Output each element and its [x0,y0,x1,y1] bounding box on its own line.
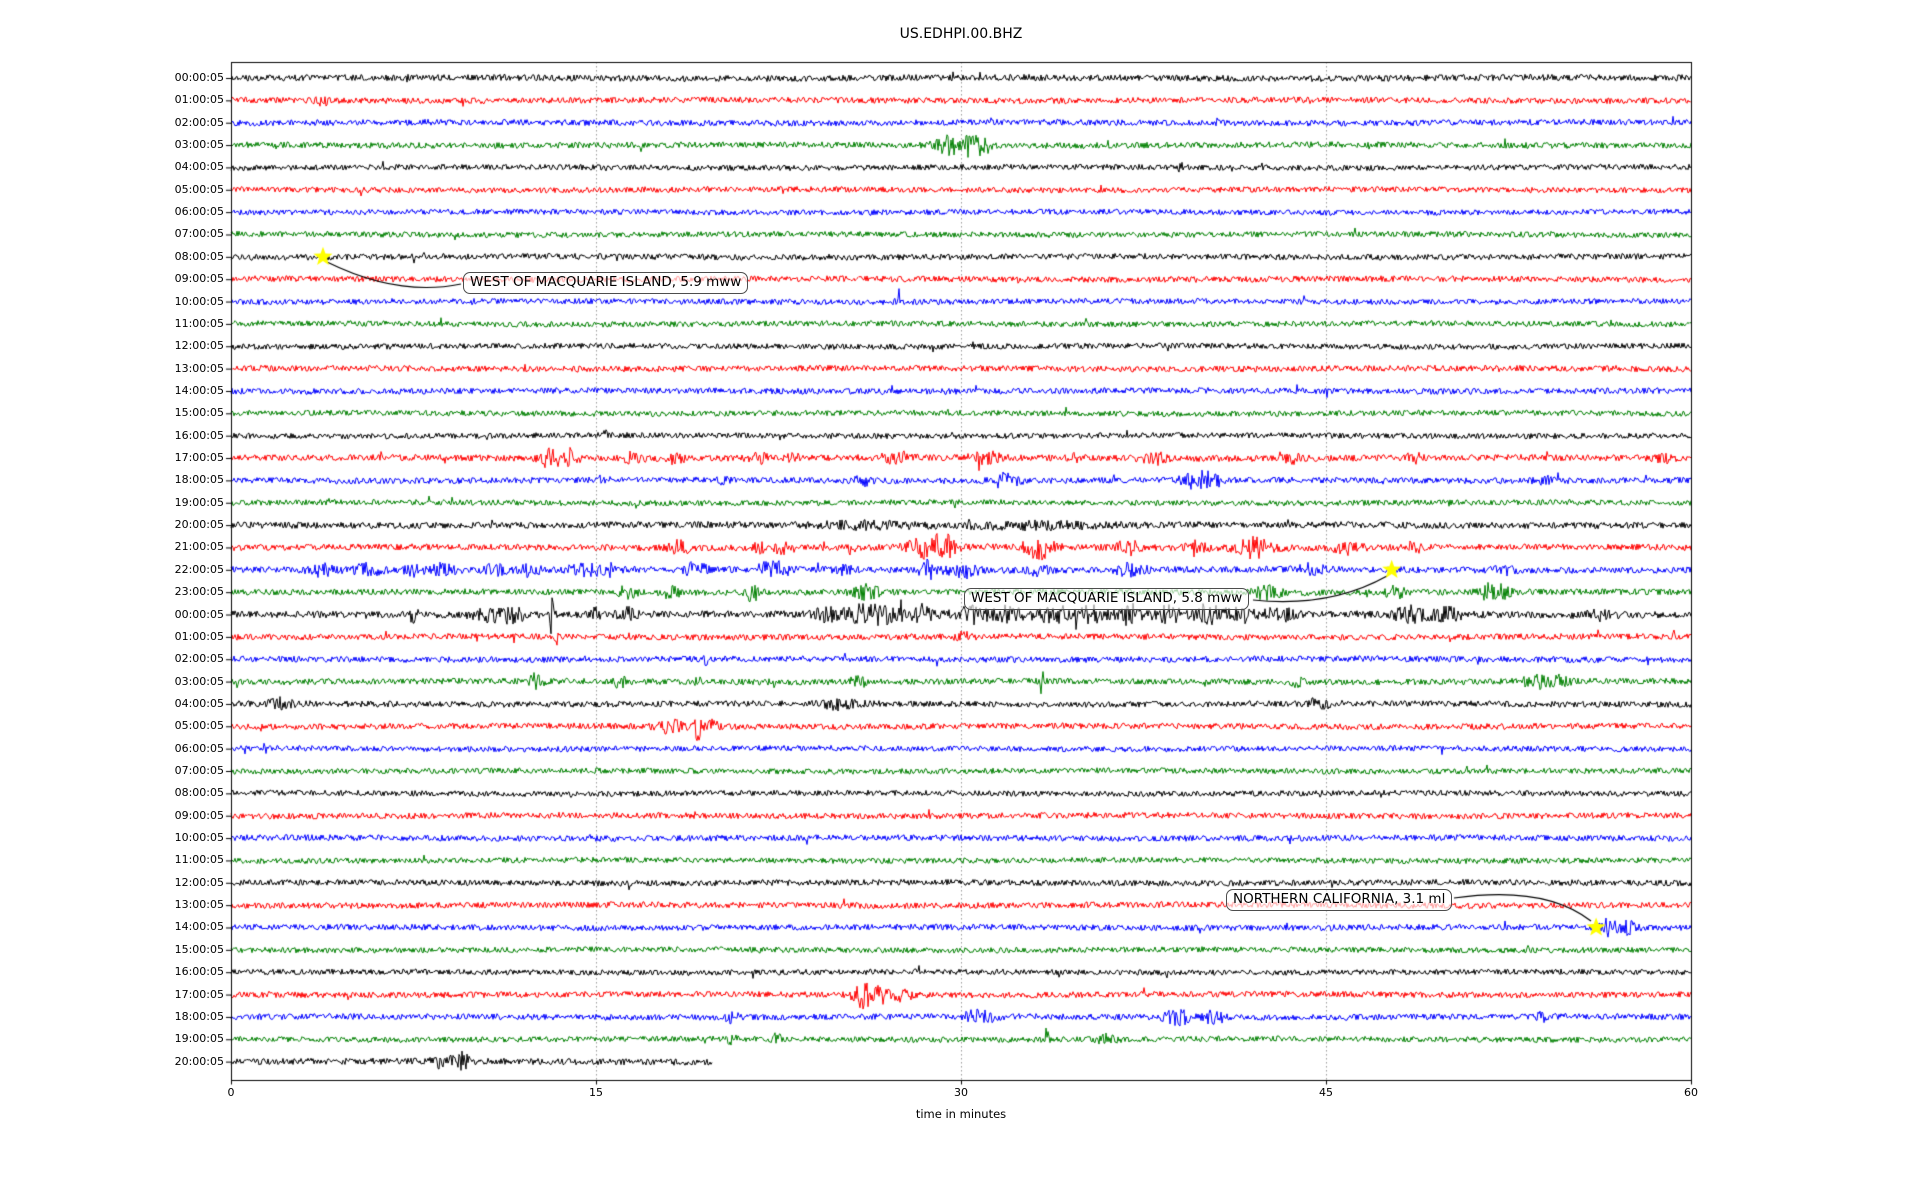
event-annotation: WEST OF MACQUARIE ISLAND, 5.9 mww [463,272,749,294]
x-tick-label: 0 [227,1086,235,1099]
y-tick-label: 04:00:05 [174,696,224,710]
y-tick-label: 07:00:05 [174,764,224,777]
y-tick-label: 00:00:05 [174,607,224,621]
y-tick-label: 02:00:05 [174,115,224,129]
y-tick-label: 18:00:05 [174,473,224,487]
y-tick-label: 09:00:05 [174,808,224,822]
y-tick-label: 13:00:05 [174,361,224,375]
x-tick-label: 60 [1684,1086,1698,1099]
y-tick-label: 10:00:05 [174,294,224,308]
y-tick-label: 20:00:05 [174,518,224,532]
y-tick-label: 19:00:05 [174,495,224,509]
y-tick-label: 09:00:05 [174,272,224,286]
y-tick-label: 01:00:05 [174,93,224,107]
y-tick-label: 12:00:05 [174,339,224,353]
y-tick-label: 14:00:05 [174,920,224,934]
y-tick-label: 18:00:05 [174,1009,224,1023]
x-axis-label: time in minutes [915,1107,1007,1121]
y-tick-label: 04:00:05 [174,160,224,174]
y-tick-label: 06:00:05 [174,205,224,219]
y-tick-label: 00:00:05 [174,71,224,84]
y-tick-label: 11:00:05 [174,853,224,867]
y-tick-label: 21:00:05 [174,540,224,554]
event-annotation: NORTHERN CALIFORNIA, 3.1 ml [1226,889,1453,911]
y-tick-label: 03:00:05 [174,674,224,688]
y-tick-label: 17:00:05 [174,451,224,465]
y-tick-label: 20:00:05 [174,1054,224,1068]
x-tick-label: 30 [954,1086,968,1099]
y-tick-label: 13:00:05 [174,898,224,912]
y-tick-label: 17:00:05 [174,987,224,1001]
y-tick-label: 06:00:05 [174,741,224,755]
y-tick-label: 22:00:05 [174,562,224,576]
y-tick-label: 07:00:05 [174,227,224,241]
y-tick-label: 08:00:05 [174,249,224,263]
y-tick-label: 01:00:05 [174,629,224,643]
y-tick-label: 16:00:05 [174,428,224,442]
y-tick-label: 15:00:05 [174,942,224,956]
y-tick-label: 08:00:05 [174,786,224,800]
y-tick-label: 05:00:05 [174,182,224,196]
y-tick-label: 03:00:05 [174,138,224,152]
y-tick-label: 16:00:05 [174,965,224,979]
seismogram-plot-canvas [0,0,1920,1200]
y-tick-label: 05:00:05 [174,719,224,733]
x-tick-label: 45 [1319,1086,1333,1099]
y-tick-label: 11:00:05 [174,316,224,330]
y-tick-label: 12:00:05 [174,875,224,889]
y-tick-label: 15:00:05 [174,406,224,420]
y-tick-label: 19:00:05 [174,1032,224,1046]
chart-title: US.EDHPI.00.BHZ [899,26,1023,42]
event-annotation: WEST OF MACQUARIE ISLAND, 5.8 mww [964,588,1250,610]
x-tick-label: 15 [589,1086,603,1099]
y-tick-label: 10:00:05 [174,831,224,845]
y-tick-label: 23:00:05 [174,585,224,599]
y-tick-label: 14:00:05 [174,383,224,397]
y-tick-label: 02:00:05 [174,652,224,666]
seismogram-figure: US.EDHPI.00.BHZ time in minutes 00:00:05… [0,0,1920,1200]
